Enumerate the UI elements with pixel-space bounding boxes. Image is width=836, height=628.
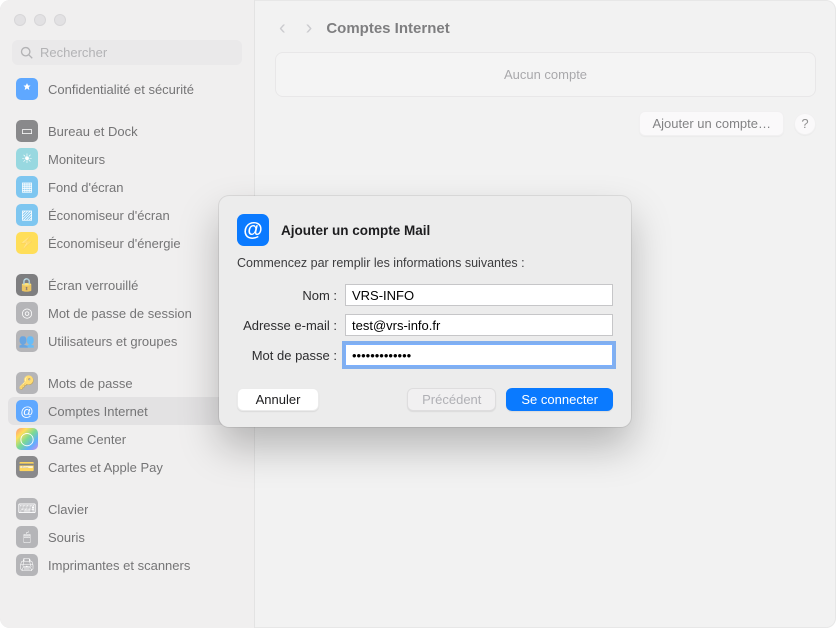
- hand-privacy-icon: [16, 78, 38, 100]
- sidebar-item-label: Mots de passe: [48, 376, 133, 391]
- sidebar: Rechercher Confidentialité et sécurité ▭…: [0, 0, 255, 628]
- sidebar-list: Confidentialité et sécurité ▭ Bureau et …: [0, 75, 254, 579]
- nav-back-icon[interactable]: ‹: [279, 18, 286, 38]
- email-field[interactable]: [345, 314, 613, 336]
- nav-arrows: ‹ ›: [275, 18, 312, 38]
- search-icon: [20, 46, 34, 60]
- sidebar-item-energy[interactable]: ⚡ Économiseur d'énergie: [8, 229, 246, 257]
- users-icon: 👥: [16, 330, 38, 352]
- sidebar-item-privacy[interactable]: Confidentialité et sécurité: [8, 75, 246, 103]
- sidebar-item-keyboard[interactable]: ⌨ Clavier: [8, 495, 246, 523]
- sidebar-item-label: Bureau et Dock: [48, 124, 138, 139]
- key-icon: 🔑: [16, 372, 38, 394]
- traffic-close[interactable]: [14, 14, 26, 26]
- sidebar-item-lock-screen[interactable]: 🔒 Écran verrouillé: [8, 271, 246, 299]
- cancel-button[interactable]: Annuler: [237, 388, 319, 411]
- window-controls: [0, 10, 254, 40]
- mouse-icon: 🖱: [16, 526, 38, 548]
- sidebar-item-label: Mot de passe de session: [48, 306, 192, 321]
- sidebar-item-desktop-dock[interactable]: ▭ Bureau et Dock: [8, 117, 246, 145]
- search-placeholder: Rechercher: [40, 45, 107, 60]
- search-input[interactable]: Rechercher: [12, 40, 242, 65]
- sidebar-item-displays[interactable]: ☀ Moniteurs: [8, 145, 246, 173]
- sidebar-item-label: Souris: [48, 530, 85, 545]
- sidebar-item-passwords[interactable]: 🔑 Mots de passe: [8, 369, 246, 397]
- sidebar-item-label: Économiseur d'énergie: [48, 236, 181, 251]
- sidebar-item-label: Cartes et Apple Pay: [48, 460, 163, 475]
- email-label: Adresse e-mail :: [237, 318, 345, 333]
- sidebar-item-printers[interactable]: 🖨 Imprimantes et scanners: [8, 551, 246, 579]
- dialog-title: Ajouter un compte Mail: [281, 223, 430, 238]
- keyboard-icon: ⌨: [16, 498, 38, 520]
- add-mail-account-dialog: @ Ajouter un compte Mail Commencez par r…: [219, 196, 631, 427]
- game-center-icon: ◯: [16, 428, 38, 450]
- traffic-minimize[interactable]: [34, 14, 46, 26]
- sidebar-item-label: Écran verrouillé: [48, 278, 138, 293]
- page-title: Comptes Internet: [326, 20, 449, 37]
- previous-button: Précédent: [407, 388, 496, 411]
- password-field[interactable]: [345, 344, 613, 366]
- empty-state-text: Aucun compte: [504, 67, 587, 82]
- mail-app-icon: @: [237, 214, 269, 246]
- sidebar-item-label: Moniteurs: [48, 152, 105, 167]
- password-label: Mot de passe :: [237, 348, 345, 363]
- nav-forward-icon[interactable]: ›: [306, 18, 313, 38]
- sidebar-item-label: Fond d'écran: [48, 180, 123, 195]
- name-field[interactable]: [345, 284, 613, 306]
- sidebar-item-login-password[interactable]: ◎ Mot de passe de session: [8, 299, 246, 327]
- sidebar-item-label: Comptes Internet: [48, 404, 148, 419]
- sidebar-item-label: Économiseur d'écran: [48, 208, 170, 223]
- sidebar-item-screensaver[interactable]: ▨ Économiseur d'écran: [8, 201, 246, 229]
- name-label: Nom :: [237, 288, 345, 303]
- sidebar-item-label: Clavier: [48, 502, 88, 517]
- connect-button[interactable]: Se connecter: [506, 388, 613, 411]
- traffic-zoom[interactable]: [54, 14, 66, 26]
- fingerprint-icon: ◎: [16, 302, 38, 324]
- sidebar-item-wallpaper[interactable]: ▦ Fond d'écran: [8, 173, 246, 201]
- dialog-subtitle: Commencez par remplir les informations s…: [237, 256, 613, 270]
- sidebar-item-label: Utilisateurs et groupes: [48, 334, 177, 349]
- printer-icon: 🖨: [16, 554, 38, 576]
- wallpaper-icon: ▦: [16, 176, 38, 198]
- lock-icon: 🔒: [16, 274, 38, 296]
- sidebar-item-label: Game Center: [48, 432, 126, 447]
- settings-window: Rechercher Confidentialité et sécurité ▭…: [0, 0, 836, 628]
- header: ‹ › Comptes Internet: [275, 18, 816, 38]
- add-account-button[interactable]: Ajouter un compte…: [639, 111, 784, 136]
- sidebar-item-users-groups[interactable]: 👥 Utilisateurs et groupes: [8, 327, 246, 355]
- dock-icon: ▭: [16, 120, 38, 142]
- wallet-icon: 💳: [16, 456, 38, 478]
- battery-icon: ⚡: [16, 232, 38, 254]
- at-icon: @: [16, 400, 38, 422]
- display-icon: ☀: [16, 148, 38, 170]
- accounts-empty-state: Aucun compte: [275, 52, 816, 97]
- screensaver-icon: ▨: [16, 204, 38, 226]
- sidebar-item-wallet[interactable]: 💳 Cartes et Apple Pay: [8, 453, 246, 481]
- sidebar-item-label: Confidentialité et sécurité: [48, 82, 194, 97]
- sidebar-item-internet-accounts[interactable]: @ Comptes Internet: [8, 397, 246, 425]
- help-button[interactable]: ?: [794, 113, 816, 135]
- sidebar-item-mouse[interactable]: 🖱 Souris: [8, 523, 246, 551]
- sidebar-item-label: Imprimantes et scanners: [48, 558, 190, 573]
- sidebar-item-game-center[interactable]: ◯ Game Center: [8, 425, 246, 453]
